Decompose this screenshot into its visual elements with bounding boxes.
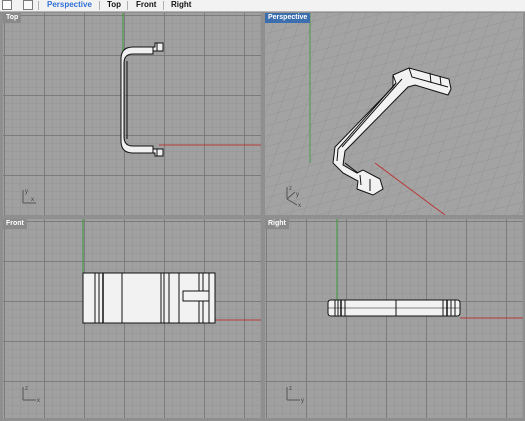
axis-label-v: y [296, 192, 299, 198]
viewport-tab-bar: Perspective Top Front Right [0, 0, 525, 12]
axis-label-v: y [25, 189, 28, 195]
axis-label-v: z [289, 386, 292, 392]
bracket-model-top[interactable] [120, 42, 164, 157]
axis-indicator: z y [286, 386, 304, 404]
axis-indicator: y x [22, 189, 36, 204]
layout-toggle-icon[interactable] [2, 0, 12, 10]
viewport-title[interactable]: Right [265, 219, 289, 229]
axis-label-v: z [25, 386, 28, 392]
viewport-perspective[interactable]: z y x Perspective [265, 13, 523, 215]
axis-label-up: z [289, 186, 292, 192]
viewport-front[interactable]: Front z x [3, 219, 261, 418]
bracket-model-front[interactable] [82, 272, 216, 324]
viewport-title[interactable]: Top [3, 13, 22, 23]
viewport-title[interactable]: Front [3, 219, 27, 229]
axis-label-h: x [31, 197, 34, 203]
viewport-top[interactable]: Top y x [3, 13, 261, 215]
tab-separator [127, 1, 128, 10]
tab-top[interactable]: Top [107, 0, 121, 11]
axis-indicator: z x [22, 386, 40, 404]
axis-label-h: y [301, 398, 304, 404]
bracket-model-right[interactable] [327, 299, 461, 317]
tab-front[interactable]: Front [136, 0, 156, 11]
tab-perspective[interactable]: Perspective [47, 0, 92, 11]
tab-separator [38, 1, 39, 10]
axis-label-h: x [37, 398, 40, 404]
perspective-grid [265, 13, 523, 215]
axis-label-h: x [298, 203, 301, 209]
single-viewport-icon[interactable] [23, 0, 33, 10]
front-view-canvas[interactable]: z x [3, 219, 261, 418]
perspective-view-canvas[interactable]: z y x [265, 13, 523, 215]
tab-separator [163, 1, 164, 10]
viewport-right[interactable]: Right z y [265, 219, 523, 418]
tab-separator [99, 1, 100, 10]
right-view-canvas[interactable]: z y [265, 219, 523, 418]
tab-right[interactable]: Right [171, 0, 191, 11]
top-view-canvas[interactable]: y x [3, 13, 261, 215]
viewport-title[interactable]: Perspective [265, 13, 311, 23]
